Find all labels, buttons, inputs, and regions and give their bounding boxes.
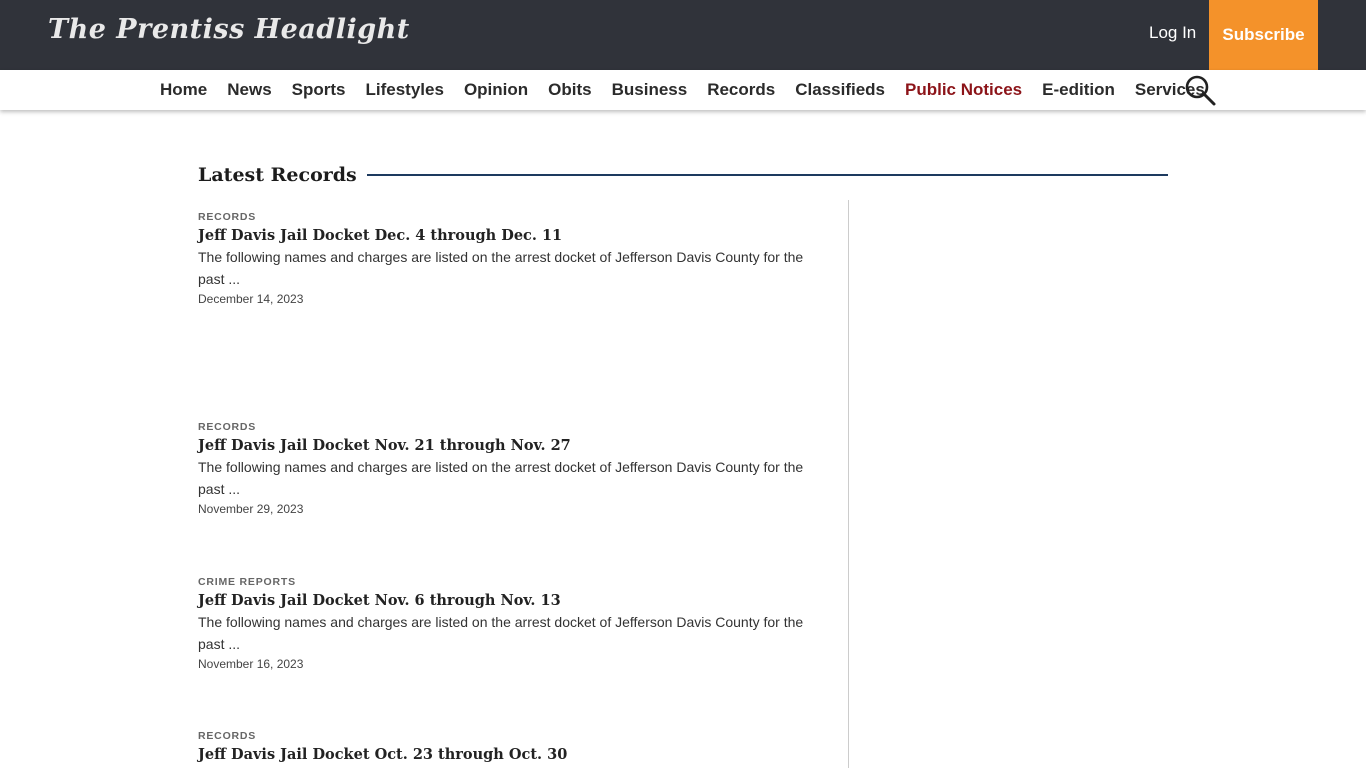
subscribe-button[interactable]: Subscribe bbox=[1209, 0, 1318, 70]
login-link[interactable]: Log In bbox=[1149, 23, 1196, 43]
site-logo[interactable]: The Prentiss Headlight bbox=[48, 14, 410, 45]
article-category[interactable]: RECORDS bbox=[198, 210, 830, 224]
nav-item-records[interactable]: Records bbox=[697, 80, 785, 100]
nav-item-business[interactable]: Business bbox=[602, 80, 698, 100]
site-header: The Prentiss Headlight Log In Subscribe bbox=[0, 0, 1366, 70]
nav-item-public-notices[interactable]: Public Notices bbox=[895, 80, 1032, 100]
nav-item-obits[interactable]: Obits bbox=[538, 80, 601, 100]
nav-item-sports[interactable]: Sports bbox=[282, 80, 356, 100]
article-excerpt: The following names and charges are list… bbox=[198, 249, 804, 287]
article-date: November 29, 2023 bbox=[198, 502, 304, 516]
main-navigation: Home News Sports Lifestyles Opinion Obit… bbox=[0, 70, 1366, 110]
article-excerpt: The following names and charges are list… bbox=[198, 614, 804, 652]
article-title[interactable]: Jeff Davis Jail Docket Dec. 4 through De… bbox=[198, 226, 830, 246]
search-icon[interactable] bbox=[1182, 73, 1218, 107]
nav-item-news[interactable]: News bbox=[217, 80, 281, 100]
nav-item-opinion[interactable]: Opinion bbox=[454, 80, 538, 100]
nav-item-lifestyles[interactable]: Lifestyles bbox=[356, 80, 454, 100]
article-item: CRIME REPORTS Jeff Davis Jail Docket Nov… bbox=[198, 575, 830, 673]
section-divider bbox=[366, 174, 1168, 176]
nav-menu: Home News Sports Lifestyles Opinion Obit… bbox=[150, 70, 1215, 110]
column-divider bbox=[848, 200, 849, 768]
article-item: RECORDS Jeff Davis Jail Docket Dec. 4 th… bbox=[198, 210, 830, 308]
section-header: Latest Records bbox=[198, 160, 1168, 190]
nav-item-e-edition[interactable]: E-edition bbox=[1032, 80, 1125, 100]
article-item: RECORDS Jeff Davis Jail Docket Oct. 23 t… bbox=[198, 729, 830, 765]
article-title[interactable]: Jeff Davis Jail Docket Oct. 23 through O… bbox=[198, 745, 830, 765]
article-title[interactable]: Jeff Davis Jail Docket Nov. 21 through N… bbox=[198, 436, 830, 456]
nav-item-home[interactable]: Home bbox=[150, 80, 217, 100]
article-category[interactable]: RECORDS bbox=[198, 729, 830, 743]
article-date: December 14, 2023 bbox=[198, 292, 304, 306]
article-title[interactable]: Jeff Davis Jail Docket Nov. 6 through No… bbox=[198, 591, 830, 611]
article-category[interactable]: CRIME REPORTS bbox=[198, 575, 830, 589]
article-excerpt: The following names and charges are list… bbox=[198, 459, 804, 497]
nav-item-classifieds[interactable]: Classifieds bbox=[785, 80, 895, 100]
article-date: November 16, 2023 bbox=[198, 657, 304, 671]
section-title: Latest Records bbox=[198, 164, 357, 186]
article-category[interactable]: RECORDS bbox=[198, 420, 830, 434]
article-item: RECORDS Jeff Davis Jail Docket Nov. 21 t… bbox=[198, 420, 830, 518]
